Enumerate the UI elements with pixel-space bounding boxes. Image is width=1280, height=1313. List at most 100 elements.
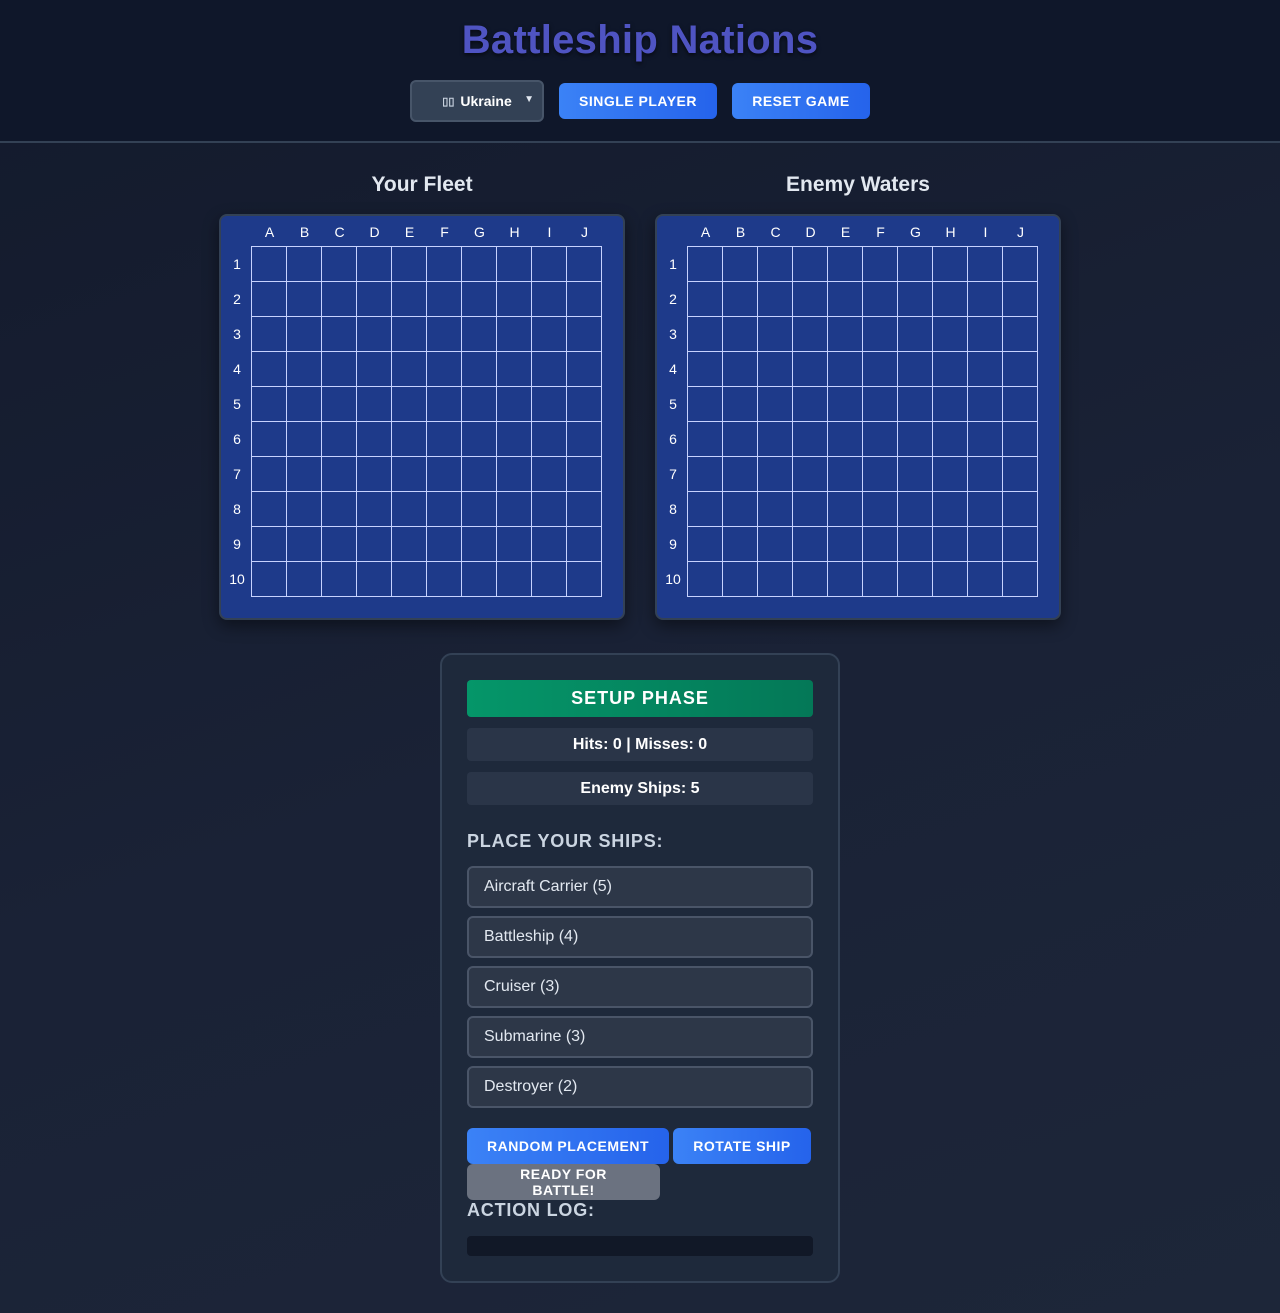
player-grid-cell[interactable]	[462, 352, 497, 387]
player-grid-cell[interactable]	[322, 492, 357, 527]
player-grid-cell[interactable]	[252, 422, 287, 457]
enemy-grid-cell[interactable]	[758, 247, 793, 282]
enemy-grid-cell[interactable]	[968, 387, 1003, 422]
player-grid-cell[interactable]	[427, 562, 462, 597]
player-grid-cell[interactable]	[392, 247, 427, 282]
player-grid-cell[interactable]	[357, 387, 392, 422]
player-grid-cell[interactable]	[567, 457, 602, 492]
enemy-grid-cell[interactable]	[688, 562, 723, 597]
player-grid-cell[interactable]	[392, 492, 427, 527]
enemy-grid-cell[interactable]	[723, 422, 758, 457]
enemy-grid-cell[interactable]	[828, 387, 863, 422]
enemy-grid-cell[interactable]	[828, 422, 863, 457]
player-grid-cell[interactable]	[287, 492, 322, 527]
player-grid-cell[interactable]	[567, 492, 602, 527]
player-grid-cell[interactable]	[287, 527, 322, 562]
enemy-grid-cell[interactable]	[1003, 527, 1038, 562]
enemy-grid-cell[interactable]	[723, 457, 758, 492]
player-grid-cell[interactable]	[392, 282, 427, 317]
player-grid-cell[interactable]	[287, 387, 322, 422]
enemy-grid-cell[interactable]	[898, 527, 933, 562]
ship-option-submarine[interactable]: Submarine (3)	[467, 1016, 813, 1058]
enemy-grid-cell[interactable]	[758, 562, 793, 597]
player-grid-cell[interactable]	[462, 457, 497, 492]
enemy-grid-cell[interactable]	[1003, 562, 1038, 597]
enemy-grid-cell[interactable]	[723, 562, 758, 597]
enemy-grid-cell[interactable]	[1003, 457, 1038, 492]
enemy-grid-cell[interactable]	[828, 492, 863, 527]
player-grid-cell[interactable]	[252, 562, 287, 597]
player-grid-cell[interactable]	[322, 352, 357, 387]
player-grid-cell[interactable]	[357, 527, 392, 562]
player-grid-cell[interactable]	[462, 317, 497, 352]
enemy-grid-cell[interactable]	[898, 282, 933, 317]
player-grid-cell[interactable]	[427, 282, 462, 317]
enemy-grid-cell[interactable]	[793, 247, 828, 282]
enemy-grid-cell[interactable]	[723, 492, 758, 527]
enemy-grid-cell[interactable]	[898, 422, 933, 457]
player-grid-cell[interactable]	[497, 352, 532, 387]
player-grid-cell[interactable]	[462, 387, 497, 422]
enemy-grid-cell[interactable]	[793, 352, 828, 387]
player-grid-cell[interactable]	[497, 282, 532, 317]
player-grid-cell[interactable]	[567, 422, 602, 457]
enemy-grid-cell[interactable]	[933, 352, 968, 387]
enemy-grid-cell[interactable]	[863, 387, 898, 422]
player-grid-cell[interactable]	[427, 422, 462, 457]
enemy-grid-cell[interactable]	[793, 317, 828, 352]
player-grid-cell[interactable]	[497, 527, 532, 562]
enemy-grid-cell[interactable]	[968, 247, 1003, 282]
enemy-grid-cell[interactable]	[723, 317, 758, 352]
enemy-grid-cell[interactable]	[898, 387, 933, 422]
enemy-grid-cell[interactable]	[723, 352, 758, 387]
enemy-grid-cell[interactable]	[968, 317, 1003, 352]
enemy-grid-cell[interactable]	[933, 387, 968, 422]
player-grid-cell[interactable]	[252, 492, 287, 527]
player-grid-cell[interactable]	[532, 247, 567, 282]
enemy-grid-cell[interactable]	[793, 387, 828, 422]
player-grid-cell[interactable]	[427, 247, 462, 282]
enemy-grid-cell[interactable]	[863, 352, 898, 387]
enemy-grid-cell[interactable]	[828, 352, 863, 387]
enemy-grid-cell[interactable]	[793, 562, 828, 597]
enemy-grid-cell[interactable]	[933, 422, 968, 457]
player-grid-cell[interactable]	[392, 457, 427, 492]
enemy-grid-cell[interactable]	[968, 562, 1003, 597]
enemy-grid-cell[interactable]	[828, 282, 863, 317]
player-grid-cell[interactable]	[567, 562, 602, 597]
player-grid-cell[interactable]	[252, 527, 287, 562]
enemy-grid-cell[interactable]	[863, 317, 898, 352]
player-grid-cell[interactable]	[322, 247, 357, 282]
enemy-grid-cell[interactable]	[863, 527, 898, 562]
enemy-grid-cell[interactable]	[758, 422, 793, 457]
player-grid-cell[interactable]	[252, 317, 287, 352]
player-grid-cell[interactable]	[252, 282, 287, 317]
enemy-grid-cell[interactable]	[1003, 247, 1038, 282]
enemy-grid-cell[interactable]	[898, 492, 933, 527]
enemy-grid-cell[interactable]	[1003, 387, 1038, 422]
player-grid-cell[interactable]	[427, 317, 462, 352]
player-grid-cell[interactable]	[497, 492, 532, 527]
enemy-grid-cell[interactable]	[1003, 352, 1038, 387]
enemy-grid-cell[interactable]	[898, 317, 933, 352]
player-grid-cell[interactable]	[532, 562, 567, 597]
player-grid-cell[interactable]	[322, 527, 357, 562]
player-grid-cell[interactable]	[532, 317, 567, 352]
enemy-grid-cell[interactable]	[863, 492, 898, 527]
player-grid-cell[interactable]	[287, 457, 322, 492]
player-grid-cell[interactable]	[462, 492, 497, 527]
enemy-grid-cell[interactable]	[688, 282, 723, 317]
enemy-grid-cell[interactable]	[1003, 282, 1038, 317]
player-grid-cell[interactable]	[357, 352, 392, 387]
player-grid-cell[interactable]	[252, 457, 287, 492]
enemy-grid-cell[interactable]	[968, 282, 1003, 317]
player-grid-cell[interactable]	[567, 247, 602, 282]
player-grid-cell[interactable]	[567, 527, 602, 562]
enemy-grid-cell[interactable]	[723, 527, 758, 562]
player-grid-cell[interactable]	[392, 352, 427, 387]
enemy-grid-cell[interactable]	[968, 492, 1003, 527]
enemy-grid-cell[interactable]	[933, 457, 968, 492]
enemy-grid-cell[interactable]	[828, 527, 863, 562]
enemy-grid-cell[interactable]	[723, 387, 758, 422]
enemy-grid-cell[interactable]	[898, 562, 933, 597]
